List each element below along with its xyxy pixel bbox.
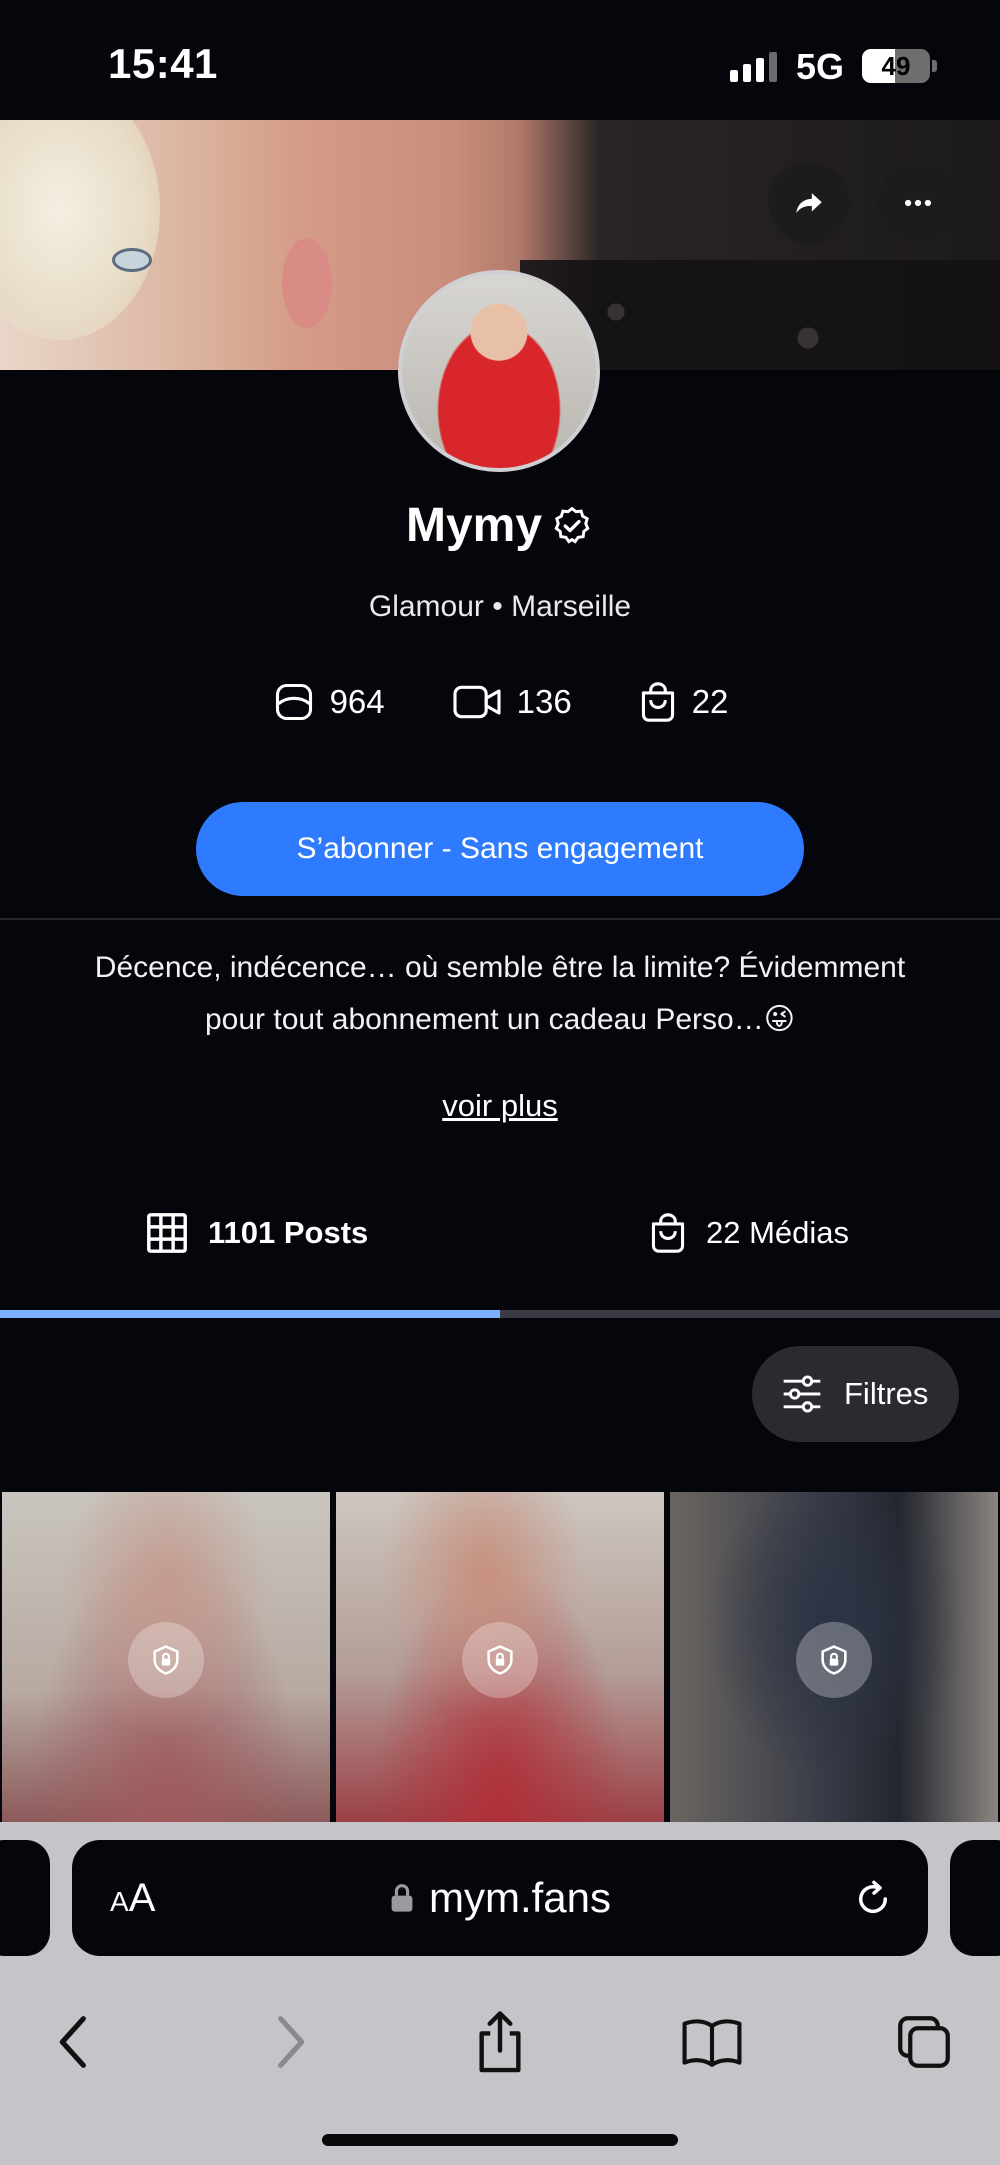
video-camera-icon (453, 685, 501, 719)
active-tab-indicator (0, 1310, 500, 1318)
status-time: 15:41 (108, 40, 218, 87)
network-type: 5G (796, 46, 845, 87)
lock-badge (462, 1622, 538, 1698)
previous-tab-peek[interactable] (0, 1840, 50, 1956)
shopping-bag-icon (651, 1213, 685, 1253)
shield-lock-icon (487, 1645, 513, 1675)
locked-media-tile[interactable] (336, 1492, 664, 1822)
share-icon (479, 2011, 521, 2073)
locked-media-tile[interactable] (670, 1492, 998, 1822)
profile-name-row: Mymy (0, 498, 1000, 553)
bio-line-1: Décence, indécence… où semble être la li… (94, 951, 906, 984)
battery-icon: 49 (862, 49, 930, 83)
stat-videos: 136 (451, 680, 572, 724)
filters-label: Filtres (844, 1376, 929, 1411)
avatar[interactable] (398, 270, 600, 472)
photo-icon (275, 683, 312, 721)
address-bar[interactable]: AA mym.fans (72, 1840, 928, 1956)
book-icon (682, 2019, 742, 2067)
lock-icon (391, 1884, 413, 1912)
media-grid (0, 1492, 1000, 1822)
tab-posts-label: 1101 Posts (208, 1215, 369, 1250)
battery-percentage: 49 (881, 51, 911, 81)
profile-name: Mymy (405, 499, 543, 552)
share-button[interactable] (768, 162, 850, 244)
url-display[interactable]: mym.fans (72, 1874, 928, 1922)
battery-cap (932, 60, 937, 72)
chevron-left-icon (59, 2016, 86, 2068)
url-text: mym.fans (428, 1874, 612, 1921)
reload-button[interactable] (852, 1878, 894, 1925)
filters-button[interactable]: Filtres (752, 1346, 959, 1442)
status-bar: 15:41 5G 49 (0, 0, 1000, 120)
subscribe-button[interactable]: S’abonner - Sans engagement (196, 802, 804, 896)
bookmarks-button[interactable] (672, 1992, 752, 2092)
browser-bottom-bar: AA mym.fans (0, 1822, 1000, 2165)
stat-videos-count: 136 (516, 683, 572, 720)
grid-icon (147, 1213, 187, 1253)
tab-medias-label: 22 Médias (706, 1215, 850, 1250)
locked-media-tile[interactable] (2, 1492, 330, 1822)
tab-posts[interactable]: 1101 Posts (144, 1206, 368, 1260)
back-button[interactable] (34, 1992, 114, 2092)
shopping-bag-icon (641, 682, 674, 722)
cellular-signal-icon (730, 52, 777, 82)
sliders-icon (783, 1375, 821, 1413)
divider (0, 918, 1000, 920)
verified-badge-icon (554, 506, 590, 544)
chevron-right-icon (278, 2016, 305, 2068)
lock-badge (796, 1622, 872, 1698)
tab-medias[interactable]: 22 Médias (648, 1206, 849, 1260)
stat-photos-count: 964 (329, 683, 385, 720)
share-arrow-icon (796, 193, 822, 213)
share-sheet-button[interactable] (460, 1992, 540, 2092)
browser-toolbar (0, 1992, 1000, 2092)
see-more-link[interactable]: voir plus (0, 1088, 1000, 1124)
forward-button[interactable] (250, 1992, 330, 2092)
shield-lock-icon (153, 1645, 179, 1675)
more-dots-icon (904, 199, 932, 207)
stat-products: 22 (638, 680, 729, 724)
stat-photos: 964 (272, 680, 385, 724)
bio-line-2: pour tout abonnement un cadeau Perso…😜 (205, 1003, 795, 1036)
shield-lock-icon (821, 1645, 847, 1675)
more-options-button[interactable] (877, 162, 959, 244)
stat-products-count: 22 (691, 683, 729, 720)
reload-icon (859, 1880, 888, 1914)
tabs-icon (898, 2016, 950, 2068)
profile-stats: 964 136 22 (0, 680, 1000, 724)
profile-subtitle: Glamour • Marseille (368, 590, 632, 623)
next-tab-peek[interactable] (950, 1840, 1000, 1956)
profile-bio: Décence, indécence… où semble être la li… (40, 942, 960, 1046)
lock-badge (128, 1622, 204, 1698)
home-indicator (322, 2134, 678, 2146)
tabs-button[interactable] (884, 1992, 964, 2092)
